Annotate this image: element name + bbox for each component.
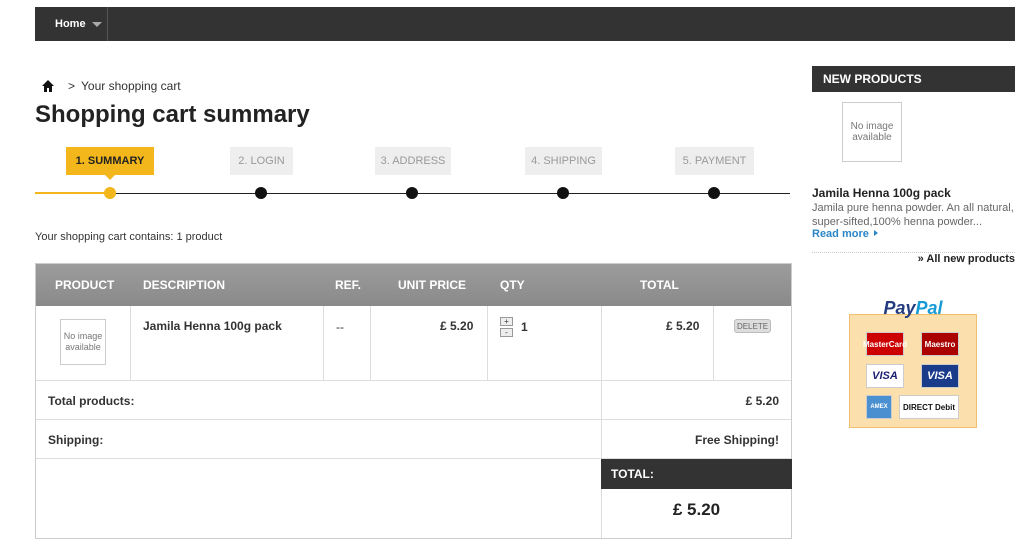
maestro-icon: Maestro xyxy=(921,332,959,356)
new-product-name[interactable]: Jamila Henna 100g pack xyxy=(812,186,951,200)
breadcrumb: > Your shopping cart xyxy=(42,79,181,93)
header-ref: REF. xyxy=(335,278,362,292)
shipping-value: Free Shipping! xyxy=(695,433,779,447)
all-new-products-link[interactable]: » All new products xyxy=(812,253,1015,265)
quantity-stepper: + - xyxy=(500,317,513,339)
new-products-title: NEW PRODUCTS xyxy=(812,66,1015,92)
step-dot-login xyxy=(255,187,267,199)
product-qty[interactable]: 1 xyxy=(521,320,528,334)
read-more-link[interactable]: Read more xyxy=(812,228,880,240)
delete-button[interactable]: DELETE xyxy=(734,319,771,333)
shipping-label: Shipping: xyxy=(48,433,104,447)
grand-total-row: TOTAL: £ 5.20 xyxy=(36,459,792,538)
cart-table: PRODUCT DESCRIPTION REF. UNIT PRICE QTY … xyxy=(35,263,792,539)
nav-home-label: Home xyxy=(55,18,86,30)
amex-icon: AMEX xyxy=(866,395,892,419)
step-dot-summary xyxy=(104,187,116,199)
page-title: Shopping cart summary xyxy=(35,101,310,128)
step-summary[interactable]: 1. SUMMARY xyxy=(66,147,154,180)
grand-total-label: TOTAL: xyxy=(601,459,792,489)
header-total: TOTAL xyxy=(640,278,679,292)
qty-decrease-button[interactable]: - xyxy=(500,328,513,337)
direct-debit-icon: DIRECT Debit xyxy=(899,395,959,419)
total-products-value: £ 5.20 xyxy=(745,394,779,408)
step-payment[interactable]: 5. PAYMENT xyxy=(675,147,754,175)
new-product-description: Jamila pure henna powder. An all natural… xyxy=(812,202,1014,228)
visa-electron-icon: VISA xyxy=(921,364,959,388)
visa-icon: VISA xyxy=(866,364,904,388)
step-login[interactable]: 2. LOGIN xyxy=(230,147,293,175)
step-dot-address xyxy=(406,187,418,199)
mastercard-icon: MasterCard xyxy=(863,332,907,356)
header-unit-price: UNIT PRICE xyxy=(398,278,467,292)
top-nav-bar: Home xyxy=(35,7,1015,41)
total-products-row: Total products: £ 5.20 xyxy=(36,381,791,420)
home-icon[interactable] xyxy=(42,80,54,92)
checkout-steps: 1. SUMMARY 2. LOGIN 3. ADDRESS 4. SHIPPI… xyxy=(35,147,790,202)
product-ref: -- xyxy=(336,320,344,334)
read-more-label: Read more xyxy=(812,228,869,240)
step-track-line xyxy=(110,193,790,194)
qty-increase-button[interactable]: + xyxy=(500,317,513,326)
step-dot-payment xyxy=(708,187,720,199)
table-row: No image available Jamila Henna 100g pac… xyxy=(36,306,791,381)
product-unit-price: £ 5.20 xyxy=(440,319,474,333)
paypal-logo-part2: Pal xyxy=(915,298,943,318)
nav-home-menu[interactable]: Home xyxy=(35,7,108,41)
paypal-payment-logos: PayPal MasterCard Maestro VISA VISA AMEX… xyxy=(849,298,977,428)
step-dot-shipping xyxy=(557,187,569,199)
header-qty: QTY xyxy=(500,278,525,292)
grand-total-value: £ 5.20 xyxy=(672,500,721,519)
cart-count-text: Your shopping cart contains: 1 product xyxy=(35,231,223,243)
step-shipping[interactable]: 4. SHIPPING xyxy=(525,147,602,175)
chevron-down-icon xyxy=(91,21,102,27)
header-product: PRODUCT xyxy=(55,278,115,292)
step-progress-line xyxy=(35,192,110,194)
breadcrumb-current: Your shopping cart xyxy=(81,79,181,93)
step-address[interactable]: 3. ADDRESS xyxy=(375,147,451,175)
table-header: PRODUCT DESCRIPTION REF. UNIT PRICE QTY … xyxy=(36,264,791,306)
total-products-label: Total products: xyxy=(48,394,135,408)
paypal-logo-part1: Pay xyxy=(883,298,916,318)
header-description: DESCRIPTION xyxy=(143,278,226,292)
product-image[interactable]: No image available xyxy=(60,319,106,365)
breadcrumb-separator: > xyxy=(68,79,76,93)
product-total: £ 5.20 xyxy=(666,319,700,333)
paypal-logo: PayPal xyxy=(849,298,977,319)
product-description[interactable]: Jamila Henna 100g pack xyxy=(143,319,282,333)
new-product-image[interactable]: No image available xyxy=(842,102,902,162)
chevron-right-icon xyxy=(873,230,878,236)
shipping-row: Shipping: Free Shipping! xyxy=(36,420,791,459)
